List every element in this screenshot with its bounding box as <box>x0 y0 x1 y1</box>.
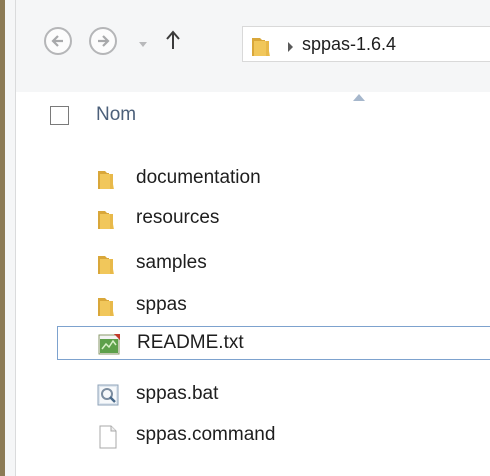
file-name: sppas.command <box>136 424 276 445</box>
batch-file-icon <box>97 384 121 411</box>
file-name: sppas.bat <box>136 383 219 404</box>
column-header: Nom <box>16 92 490 142</box>
back-arrow-icon <box>51 35 63 47</box>
chevron-right-icon[interactable] <box>287 39 294 57</box>
up-arrow-icon <box>166 30 180 49</box>
recent-locations-button[interactable] <box>139 35 147 53</box>
up-button[interactable] <box>165 30 181 55</box>
forward-button[interactable] <box>89 27 117 55</box>
file-list-pane: Nom documentation resources samples sppa… <box>16 92 490 476</box>
back-button[interactable] <box>44 27 72 55</box>
folder-icon <box>97 295 121 322</box>
file-name: sppas <box>136 294 187 315</box>
sort-ascending-icon <box>353 88 365 106</box>
forward-arrow-icon <box>98 35 110 47</box>
file-row-sppas-bat[interactable]: sppas.bat <box>57 378 490 412</box>
file-name: documentation <box>136 167 261 188</box>
address-bar[interactable]: sppas-1.6.4 <box>242 26 490 62</box>
select-all-checkbox[interactable] <box>50 106 69 125</box>
navigation-toolbar: sppas-1.6.4 <box>16 0 490 92</box>
window-frame-inner <box>5 0 16 476</box>
chevron-down-icon <box>139 42 147 47</box>
text-file-icon <box>98 333 122 360</box>
file-row-readme[interactable]: README.txt <box>57 326 490 360</box>
file-row-sppas-command[interactable]: sppas.command <box>57 419 490 453</box>
file-name: samples <box>136 252 207 273</box>
column-header-name[interactable]: Nom <box>96 104 136 126</box>
blank-file-icon <box>97 425 121 454</box>
file-row-sppas[interactable]: sppas <box>57 289 490 323</box>
file-row-samples[interactable]: samples <box>57 247 490 281</box>
file-name: README.txt <box>137 332 244 353</box>
file-row-documentation[interactable]: documentation <box>57 162 490 196</box>
folder-icon <box>97 208 121 235</box>
folder-icon <box>97 168 121 195</box>
file-name: resources <box>136 207 220 228</box>
file-row-resources[interactable]: resources <box>57 202 490 236</box>
folder-icon <box>97 253 121 280</box>
address-path[interactable]: sppas-1.6.4 <box>302 34 396 55</box>
folder-icon <box>251 35 277 62</box>
